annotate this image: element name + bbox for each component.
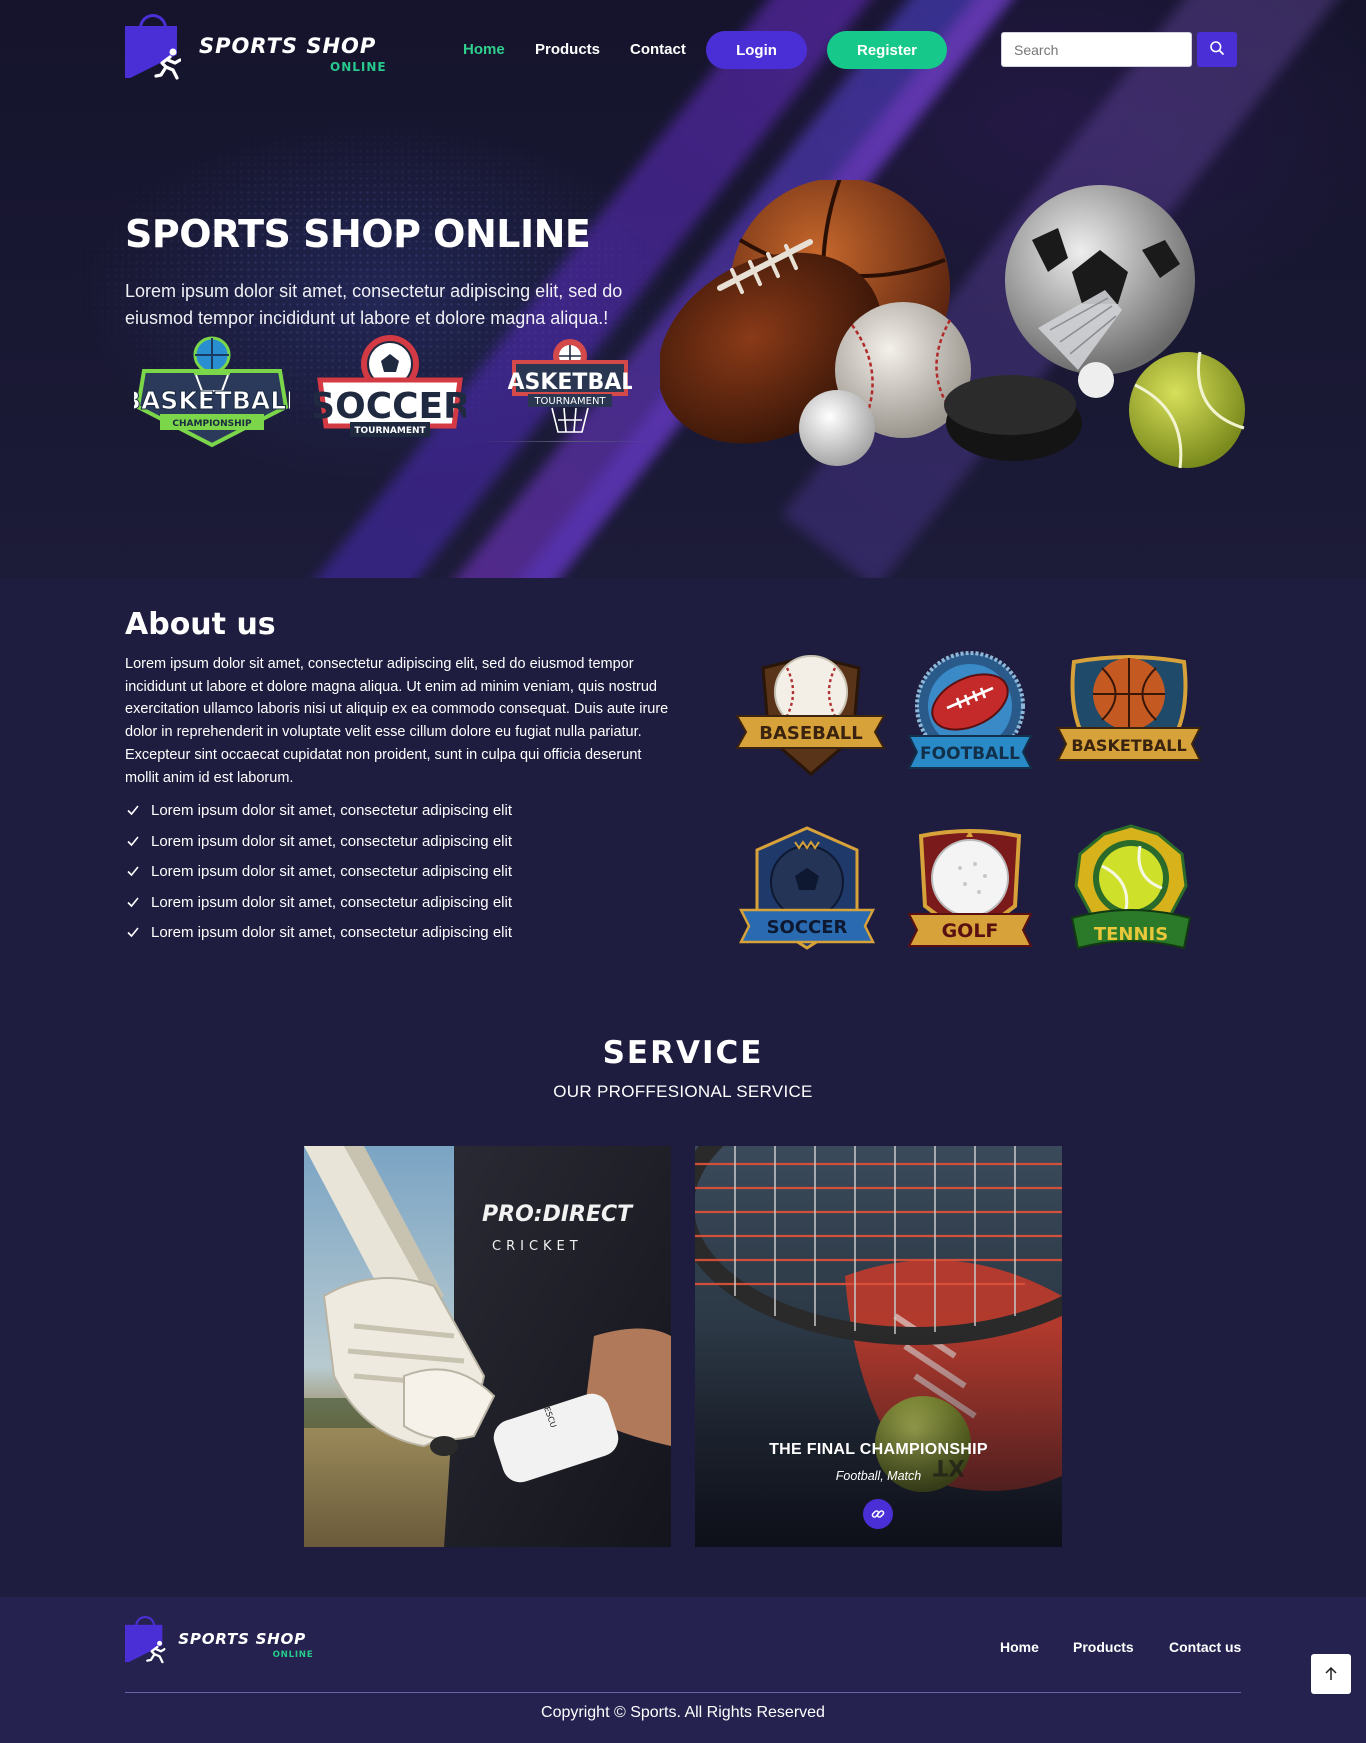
- nav-home[interactable]: Home: [463, 41, 505, 58]
- logo-small-text: CHAMPIONSHIP: [172, 419, 252, 429]
- card-meta: Football, Match: [835, 1469, 922, 1483]
- search-icon: [1210, 41, 1224, 55]
- back-to-top-button[interactable]: [1311, 1654, 1351, 1694]
- check-icon: [127, 805, 139, 816]
- emblem-label: TENNIS: [1094, 924, 1168, 945]
- service-subtitle: OUR PROFFESIONAL SERVICE: [553, 1082, 813, 1101]
- nav-products[interactable]: Products: [535, 41, 600, 58]
- footer-link-home[interactable]: Home: [1000, 1639, 1039, 1655]
- basketball-championship-logo: BASKETBALL CHAMPIONSHIP: [134, 336, 290, 448]
- about-checklist: Lorem ipsum dolor sit amet, consectetur …: [125, 801, 512, 954]
- about-text: Lorem ipsum dolor sit amet, consectetur …: [125, 656, 669, 786]
- hero-text: Lorem ipsum dolor sit amet, consectetur …: [125, 281, 623, 328]
- login-button[interactable]: Login: [706, 31, 807, 69]
- shirt-sub-text: CRICKET: [492, 1239, 583, 1254]
- card-link-button[interactable]: [863, 1499, 893, 1529]
- hero-title: SPORTS SHOP ONLINE: [125, 212, 591, 256]
- search-button[interactable]: [1197, 32, 1237, 67]
- nav-contact[interactable]: Contact: [630, 41, 686, 58]
- emblem-label: BASEBALL: [759, 723, 863, 744]
- footer-brand-tagline: ONLINE: [272, 1649, 314, 1660]
- link-icon: [871, 1510, 885, 1518]
- baseball-emblem: BASEBALL: [735, 654, 886, 776]
- checklist-text: Lorem ipsum dolor sit amet, consectetur …: [151, 893, 512, 911]
- emblem-label: BASKETBALL: [1071, 736, 1186, 755]
- checklist-text: Lorem ipsum dolor sit amet, consectetur …: [151, 802, 512, 819]
- checklist-item: Lorem ipsum dolor sit amet, consectetur …: [125, 893, 512, 924]
- search-input[interactable]: [1001, 32, 1192, 67]
- runner-icon: [154, 48, 181, 80]
- check-icon: [127, 927, 139, 938]
- footer-divider: [125, 1692, 1241, 1693]
- footer-logo[interactable]: SPORTS SHOP ONLINE: [125, 1616, 313, 1664]
- tennis-emblem: TENNIS: [1070, 824, 1192, 950]
- register-button[interactable]: Register: [827, 31, 947, 69]
- logo-small-text: TOURNAMENT: [533, 396, 606, 407]
- footer-link-products[interactable]: Products: [1073, 1639, 1134, 1655]
- check-icon: [127, 896, 139, 907]
- checklist-text: Lorem ipsum dolor sit amet, consectetur …: [151, 863, 512, 880]
- logo-big-text: BASKETBALL: [508, 370, 632, 395]
- emblem-label: FOOTBALL: [920, 744, 1020, 764]
- brand-name: SPORTS SHOP: [199, 34, 377, 58]
- checklist-item: Lorem ipsum dolor sit amet, consectetur …: [125, 801, 512, 832]
- about-title: About us: [125, 607, 276, 642]
- check-icon: [127, 866, 139, 877]
- service-card-championship[interactable]: XT THE FINAL CHAMPIONSHIP Football, Matc…: [695, 1146, 1062, 1547]
- checklist-text: Lorem ipsum dolor sit amet, consectetur …: [151, 924, 512, 941]
- golf-emblem: GOLF: [907, 829, 1033, 947]
- basketball-tournament-logo: BASKETBALL TOURNAMENT: [508, 339, 632, 433]
- checklist-text: Lorem ipsum dolor sit amet, consectetur …: [151, 832, 512, 850]
- emblem-label: SOCCER: [767, 917, 848, 938]
- tennis-photo: XT: [695, 1146, 1062, 1547]
- arrow-up-icon: [1325, 1667, 1337, 1680]
- footer: SPORTS SHOP ONLINE Home Products Contact…: [0, 1597, 1366, 1743]
- soccer-tournament-logo: SOCCER TOURNAMENT: [314, 335, 466, 437]
- runner-icon: [146, 1640, 166, 1664]
- logo-divider: [480, 441, 655, 442]
- logo-small-text: TOURNAMENT: [354, 426, 426, 436]
- footer-link-contact[interactable]: Contact us: [1169, 1639, 1241, 1655]
- hero-section: SPORTS SHOP ONLINE Home Products Contact…: [0, 0, 1366, 578]
- sports-balls-illustration: [660, 180, 1245, 469]
- card-title: THE FINAL CHAMPIONSHIP: [769, 1441, 988, 1458]
- checklist-item: Lorem ipsum dolor sit amet, consectetur …: [125, 832, 512, 863]
- header-logo[interactable]: SPORTS SHOP ONLINE: [125, 14, 387, 84]
- checklist-item: Lorem ipsum dolor sit amet, consectetur …: [125, 923, 512, 954]
- service-title: SERVICE: [602, 1035, 764, 1071]
- soccer-emblem: SOCCER: [738, 826, 876, 950]
- shirt-brand-text: PRO:DIRECT: [482, 1202, 634, 1227]
- logo-big-text: SOCCER: [314, 386, 466, 427]
- basketball-emblem: BASKETBALL: [1056, 655, 1202, 761]
- copyright-text: Copyright © Sports. All Rights Reserved: [541, 1704, 825, 1721]
- service-card-cricket[interactable]: ESCU PRO:DIRECT CRICKET: [304, 1146, 671, 1547]
- checklist-item: Lorem ipsum dolor sit amet, consectetur …: [125, 862, 512, 893]
- footer-brand-name: SPORTS SHOP: [178, 1630, 306, 1648]
- brand-tagline: ONLINE: [330, 60, 387, 74]
- check-icon: [127, 835, 139, 846]
- football-emblem: FOOTBALL: [907, 651, 1033, 769]
- cricket-photo: ESCU PRO:DIRECT CRICKET: [304, 1146, 671, 1547]
- emblem-label: GOLF: [942, 920, 999, 942]
- logo-big-text: BASKETBALL: [134, 386, 290, 415]
